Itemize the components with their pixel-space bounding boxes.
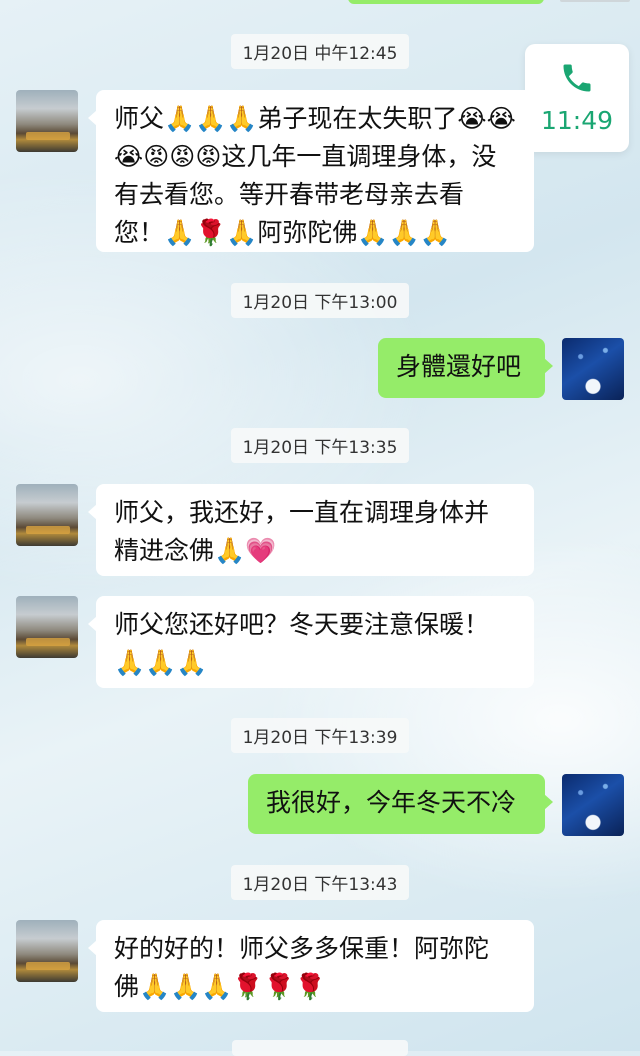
message-text-line: 精进念佛🙏💗	[114, 536, 277, 565]
contact-avatar[interactable]	[16, 484, 78, 546]
call-duration: 11:49	[540, 106, 614, 135]
contact-avatar[interactable]	[16, 920, 78, 982]
timestamp: 1月20日 下午13:35	[0, 428, 640, 463]
message-bubble-received[interactable]: 师父您还好吧？冬天要注意保暖！ 🙏🙏🙏	[88, 596, 534, 688]
message-text-line: 您！🙏🌹🙏阿弥陀佛🙏🙏🙏	[114, 218, 451, 247]
next-timestamp-edge	[232, 1040, 408, 1056]
message-bubble-received[interactable]: 师父，我还好，一直在调理身体并 精进念佛🙏💗	[88, 484, 534, 576]
message-text-line: 师父您还好吧？冬天要注意保暖！	[114, 610, 490, 639]
message-bubble-sent[interactable]: 身體還好吧	[378, 338, 553, 398]
message-text-line: 有去看您。等开春带老母亲去看	[114, 180, 465, 209]
message-bubble-received[interactable]: 师父🙏🙏🙏弟子现在太失职了😭😭 😭😡😡😡这几年一直调理身体，没 有去看您。等开春…	[88, 90, 534, 252]
message-text-line: 师父，我还好，一直在调理身体并	[114, 498, 490, 527]
timestamp: 1月20日 下午13:39	[0, 718, 640, 753]
contact-avatar[interactable]	[16, 596, 78, 658]
message-text-line: 身體還好吧	[396, 352, 522, 381]
message-text-line: 佛🙏🙏🙏🌹🌹🌹	[114, 972, 326, 1001]
user-avatar[interactable]	[562, 774, 624, 836]
message-text-line: 😭😡😡😡这几年一直调理身体，没	[114, 142, 497, 171]
message-bubble-received[interactable]: 好的好的！师父多多保重！阿弥陀 佛🙏🙏🙏🌹🌹🌹	[88, 920, 534, 1012]
timestamp: 1月20日 中午12:45	[0, 34, 640, 69]
timestamp: 1月20日 下午13:43	[0, 865, 640, 900]
message-text-line: 我很好，今年冬天不冷	[266, 788, 517, 817]
previous-sent-bubble-edge	[348, 0, 544, 4]
contact-avatar[interactable]	[16, 90, 78, 152]
message-text-line: 🙏🙏🙏	[114, 648, 208, 677]
message-text-line: 好的好的！师父多多保重！阿弥陀	[114, 934, 490, 963]
message-text-line: 师父🙏🙏🙏弟子现在太失职了😭😭	[114, 104, 516, 133]
timestamp: 1月20日 下午13:00	[0, 283, 640, 318]
user-avatar[interactable]	[562, 338, 624, 400]
message-bubble-sent[interactable]: 我很好，今年冬天不冷	[248, 774, 553, 834]
previous-timestamp-edge	[560, 0, 630, 2]
